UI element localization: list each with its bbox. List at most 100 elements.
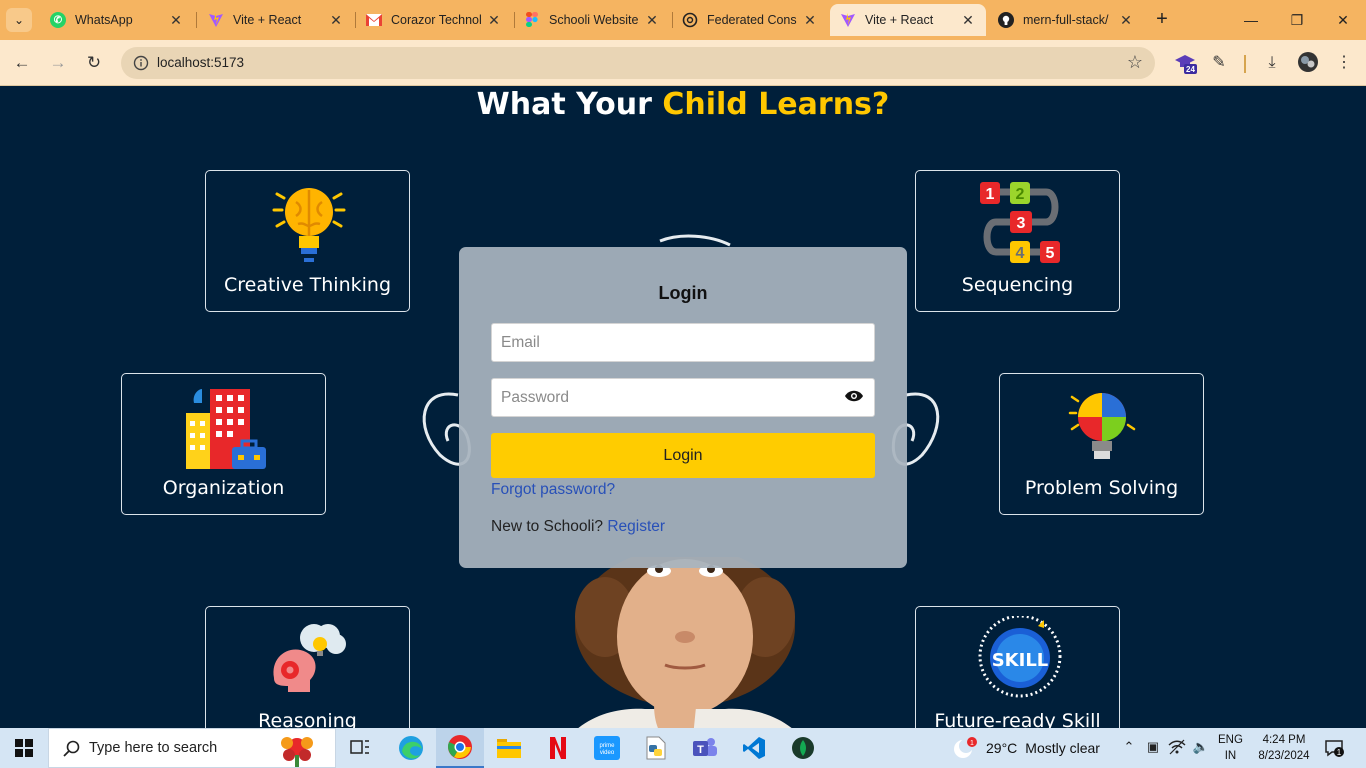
teams-icon: T bbox=[693, 738, 717, 756]
edge-icon bbox=[399, 736, 423, 760]
system-clock[interactable]: 4:24 PM 8/23/2024 bbox=[1255, 732, 1313, 764]
svg-text:T: T bbox=[697, 744, 704, 756]
new-tab-button[interactable]: + bbox=[1150, 8, 1174, 32]
language-indicator[interactable]: ENG IN bbox=[1218, 732, 1243, 764]
heading-text: What Your bbox=[476, 87, 663, 122]
lightbulb-brain-icon bbox=[272, 188, 346, 262]
site-info-icon[interactable] bbox=[133, 55, 149, 71]
tab-gmail[interactable]: Corazor Technol ✕ bbox=[356, 4, 512, 36]
figma-icon bbox=[524, 12, 540, 28]
svg-text:video: video bbox=[600, 750, 615, 756]
github-icon bbox=[998, 12, 1014, 28]
close-icon[interactable]: ✕ bbox=[644, 12, 660, 29]
tab-whatsapp[interactable]: ✆ WhatsApp ✕ bbox=[40, 4, 194, 36]
downloads-button[interactable]: ⤓ bbox=[1259, 51, 1285, 75]
login-button[interactable]: Login bbox=[491, 433, 875, 478]
chevron-up-icon[interactable]: ⌃ bbox=[1120, 739, 1138, 757]
volume-icon[interactable]: 🔈 bbox=[1192, 739, 1210, 757]
extensions-button[interactable]: ✎ bbox=[1206, 51, 1232, 75]
prime-video-icon: primevideo bbox=[594, 736, 620, 760]
vite-icon bbox=[840, 12, 856, 28]
tab-github[interactable]: mern-full-stack/ ✕ bbox=[988, 4, 1144, 36]
eye-icon[interactable] bbox=[845, 390, 863, 402]
url-text[interactable]: localhost:5173 bbox=[157, 55, 244, 70]
taskbar-netflix[interactable] bbox=[534, 728, 582, 768]
heading-highlight: Child Learns? bbox=[662, 87, 890, 122]
taskbar-mongodb[interactable] bbox=[779, 728, 827, 768]
skill-label: Reasoning bbox=[258, 710, 357, 728]
forward-button[interactable]: → bbox=[46, 51, 70, 75]
svg-text:prime: prime bbox=[599, 743, 615, 749]
password-field[interactable] bbox=[491, 378, 875, 417]
clock-date: 8/23/2024 bbox=[1258, 750, 1310, 762]
tab-federated[interactable]: Federated Cons ✕ bbox=[672, 4, 828, 36]
taskbar-vscode[interactable] bbox=[730, 728, 778, 768]
close-window-button[interactable]: ✕ bbox=[1328, 8, 1358, 32]
taskbar-edge[interactable] bbox=[387, 728, 435, 768]
search-icon bbox=[63, 740, 80, 757]
tab-figma[interactable]: Schooli Website ✕ bbox=[514, 4, 670, 36]
weather-moon-icon: 1 bbox=[954, 737, 977, 758]
register-link[interactable]: Register bbox=[607, 518, 665, 535]
skill-label: Creative Thinking bbox=[223, 274, 392, 296]
svg-text:2: 2 bbox=[1016, 186, 1025, 203]
reload-icon: ↻ bbox=[86, 53, 102, 72]
restore-button[interactable]: ❐ bbox=[1282, 8, 1312, 32]
taskbar-prime-video[interactable]: prime video bbox=[583, 728, 631, 768]
close-icon[interactable]: ✕ bbox=[328, 12, 344, 29]
skill-label: Organization bbox=[162, 477, 285, 499]
login-title: Login bbox=[658, 283, 708, 303]
taskbar-python[interactable] bbox=[632, 728, 680, 768]
close-icon[interactable]: ✕ bbox=[168, 12, 184, 29]
forgot-password-link[interactable]: Forgot password? bbox=[491, 481, 615, 499]
vscode-icon bbox=[743, 737, 765, 759]
weather-widget[interactable]: 1 29°C Mostly clear bbox=[952, 728, 1100, 768]
address-bar[interactable]: localhost:5173 ☆ bbox=[121, 47, 1155, 79]
buildings-icon bbox=[186, 389, 266, 469]
profile-button[interactable] bbox=[1295, 51, 1321, 75]
lang-code: ENG bbox=[1218, 734, 1243, 746]
skill-card-problem-solving: Problem Solving bbox=[999, 373, 1204, 515]
taskbar-chrome[interactable] bbox=[436, 728, 484, 768]
browser-tab-strip: ⌄ ✆ WhatsApp ✕ Vite + React ✕ Corazor Te… bbox=[0, 0, 1366, 40]
back-button[interactable]: ← bbox=[10, 51, 34, 75]
svg-text:5: 5 bbox=[1046, 245, 1055, 262]
close-icon[interactable]: ✕ bbox=[802, 12, 818, 29]
close-icon[interactable]: ✕ bbox=[960, 12, 976, 29]
taskbar-file-explorer[interactable] bbox=[485, 728, 533, 768]
taskbar-search[interactable]: Type here to search bbox=[48, 728, 336, 768]
email-field[interactable] bbox=[491, 323, 875, 362]
notification-center-icon[interactable]: 1 bbox=[1324, 738, 1344, 758]
openai-icon bbox=[682, 12, 698, 28]
skill-label: Sequencing bbox=[961, 274, 1074, 296]
tab-search-button[interactable]: ⌄ bbox=[6, 8, 32, 32]
tab-title: mern-full-stack/ bbox=[1023, 13, 1109, 27]
close-icon[interactable]: ✕ bbox=[1118, 12, 1134, 29]
folder-icon bbox=[497, 739, 521, 758]
puzzle-icon: ✎ bbox=[1212, 54, 1226, 71]
skill-card-sequencing: 1 2 3 4 5 Sequencing bbox=[915, 170, 1120, 312]
python-file-icon bbox=[646, 736, 666, 760]
vite-icon bbox=[208, 12, 224, 28]
gmail-icon bbox=[366, 12, 382, 28]
taskbar-teams[interactable]: T bbox=[681, 728, 729, 768]
page-title: What Your Child Learns? bbox=[0, 87, 1366, 122]
minimize-button[interactable]: — bbox=[1236, 8, 1266, 32]
close-icon[interactable]: ✕ bbox=[486, 12, 502, 29]
meet-now-icon[interactable]: ▣ bbox=[1144, 739, 1162, 757]
task-view-button[interactable] bbox=[336, 728, 384, 768]
arrow-left-icon: ← bbox=[13, 53, 31, 72]
skill-label: Problem Solving bbox=[1024, 477, 1179, 499]
start-button[interactable] bbox=[0, 728, 48, 768]
reload-button[interactable]: ↻ bbox=[82, 51, 106, 75]
kebab-menu-icon: ⋮ bbox=[1336, 54, 1352, 71]
network-icon[interactable] bbox=[1168, 739, 1186, 757]
extension-hat-button[interactable]: 24 bbox=[1172, 51, 1198, 75]
skill-label: Future-ready Skill bbox=[934, 710, 1101, 728]
tab-vite-react[interactable]: Vite + React ✕ bbox=[198, 4, 354, 36]
numbered-path-icon: 1 2 3 4 5 bbox=[980, 182, 1060, 263]
bookmark-star-icon[interactable]: ☆ bbox=[1127, 52, 1143, 73]
tab-vite-react-active[interactable]: Vite + React ✕ bbox=[830, 4, 986, 36]
skill-card-creative-thinking: Creative Thinking bbox=[205, 170, 410, 312]
menu-button[interactable]: ⋮ bbox=[1331, 51, 1357, 75]
